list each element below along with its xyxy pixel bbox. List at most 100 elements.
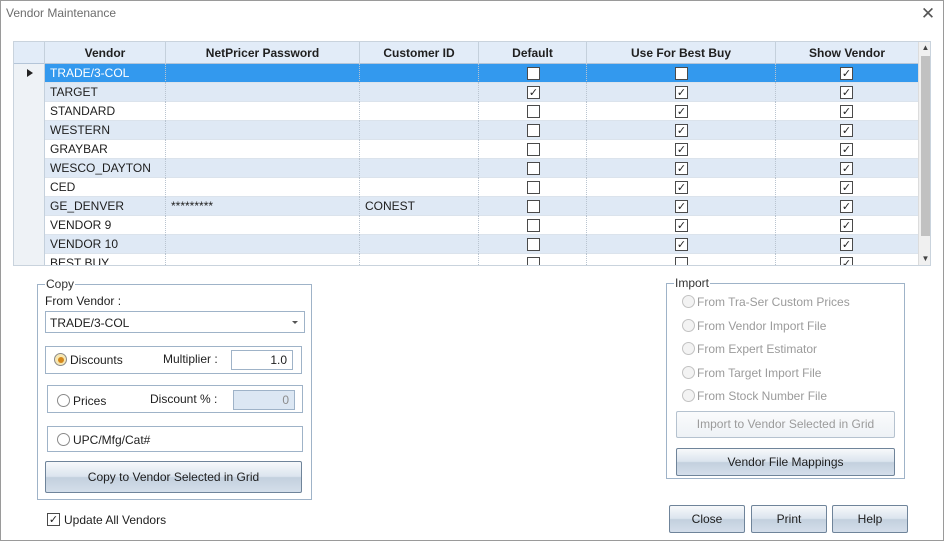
customer-id-cell[interactable] <box>360 64 479 83</box>
vendor-cell[interactable]: WESTERN <box>45 121 166 140</box>
default-checkbox[interactable] <box>527 219 540 232</box>
password-cell[interactable]: ********* <box>166 197 360 216</box>
password-cell[interactable] <box>166 254 360 265</box>
row-header[interactable] <box>14 121 45 140</box>
show-vendor-checkbox[interactable]: ✓ <box>840 67 853 80</box>
row-header[interactable] <box>14 216 45 235</box>
table-row[interactable]: STANDARD ✓ ✓ <box>14 102 918 121</box>
scroll-down-icon[interactable]: ▼ <box>919 253 930 265</box>
default-checkbox[interactable] <box>527 105 540 118</box>
row-header[interactable] <box>14 254 45 265</box>
best-buy-checkbox[interactable]: ✓ <box>675 162 688 175</box>
vendor-cell[interactable]: WESCO_DAYTON <box>45 159 166 178</box>
import-option-radio[interactable] <box>682 318 695 332</box>
vendor-cell[interactable]: GRAYBAR <box>45 140 166 159</box>
best-buy-checkbox[interactable]: ✓ <box>675 200 688 213</box>
row-header[interactable] <box>14 178 45 197</box>
show-vendor-checkbox[interactable]: ✓ <box>840 105 853 118</box>
vendor-cell[interactable]: TARGET <box>45 83 166 102</box>
password-cell[interactable] <box>166 140 360 159</box>
row-header[interactable] <box>14 140 45 159</box>
table-row[interactable]: WESCO_DAYTON ✓ ✓ <box>14 159 918 178</box>
table-row[interactable]: WESTERN ✓ ✓ <box>14 121 918 140</box>
table-row[interactable]: BEST BUY ✓ <box>14 254 918 265</box>
password-cell[interactable] <box>166 83 360 102</box>
close-button[interactable]: Close <box>669 505 745 533</box>
table-row[interactable]: TARGET ✓ ✓ ✓ <box>14 83 918 102</box>
vendor-cell[interactable]: STANDARD <box>45 102 166 121</box>
best-buy-checkbox[interactable]: ✓ <box>675 143 688 156</box>
best-buy-checkbox[interactable]: ✓ <box>675 181 688 194</box>
import-option-radio[interactable] <box>682 342 695 355</box>
row-header[interactable] <box>14 64 45 83</box>
vendor-cell[interactable]: GE_DENVER <box>45 197 166 216</box>
password-cell[interactable] <box>166 64 360 83</box>
table-row[interactable]: VENDOR 9 ✓ ✓ <box>14 216 918 235</box>
customer-id-cell[interactable] <box>360 254 479 265</box>
password-cell[interactable] <box>166 102 360 121</box>
show-vendor-checkbox[interactable]: ✓ <box>840 257 853 265</box>
show-vendor-checkbox[interactable]: ✓ <box>840 162 853 175</box>
show-vendor-checkbox[interactable]: ✓ <box>840 124 853 137</box>
best-buy-checkbox[interactable]: ✓ <box>675 238 688 251</box>
scroll-up-icon[interactable]: ▲ <box>919 42 930 54</box>
show-vendor-checkbox[interactable]: ✓ <box>840 86 853 99</box>
customer-id-cell[interactable] <box>360 216 479 235</box>
default-checkbox[interactable] <box>527 200 540 213</box>
best-buy-checkbox[interactable]: ✓ <box>675 124 688 137</box>
customer-id-cell[interactable]: CONEST <box>360 197 479 216</box>
password-cell[interactable] <box>166 121 360 140</box>
customer-id-cell[interactable] <box>360 140 479 159</box>
upc-radio[interactable] <box>57 433 70 446</box>
close-icon[interactable]: ✕ <box>917 3 939 25</box>
password-cell[interactable] <box>166 178 360 197</box>
import-option-radio[interactable] <box>682 389 695 402</box>
from-vendor-dropdown[interactable]: TRADE/3-COL <box>45 311 305 333</box>
row-header[interactable] <box>14 235 45 254</box>
grid-scrollbar[interactable]: ▲ ▼ <box>918 42 930 265</box>
show-vendor-checkbox[interactable]: ✓ <box>840 219 853 232</box>
column-header-vendor[interactable]: Vendor <box>45 42 166 64</box>
discount-percent-input[interactable]: 0 <box>233 390 295 410</box>
vendor-cell[interactable]: CED <box>45 178 166 197</box>
show-vendor-checkbox[interactable]: ✓ <box>840 200 853 213</box>
row-header[interactable] <box>14 102 45 121</box>
default-checkbox[interactable] <box>527 257 540 265</box>
column-header-best-buy[interactable]: Use For Best Buy <box>587 42 776 64</box>
best-buy-checkbox[interactable]: ✓ <box>675 219 688 232</box>
customer-id-cell[interactable] <box>360 159 479 178</box>
print-button[interactable]: Print <box>751 505 827 533</box>
help-button[interactable]: Help <box>832 505 908 533</box>
password-cell[interactable] <box>166 235 360 254</box>
table-row[interactable]: CED ✓ ✓ <box>14 178 918 197</box>
default-checkbox[interactable] <box>527 124 540 137</box>
customer-id-cell[interactable] <box>360 102 479 121</box>
row-header[interactable] <box>14 159 45 178</box>
vendor-cell[interactable]: VENDOR 9 <box>45 216 166 235</box>
row-header[interactable] <box>14 83 45 102</box>
import-option-radio[interactable] <box>682 365 695 379</box>
table-row[interactable]: VENDOR 10 ✓ ✓ <box>14 235 918 254</box>
default-checkbox[interactable] <box>527 181 540 194</box>
row-header[interactable] <box>14 197 45 216</box>
vendor-cell[interactable]: BEST BUY <box>45 254 166 265</box>
scroll-thumb[interactable] <box>921 56 930 236</box>
default-checkbox[interactable] <box>527 162 540 175</box>
column-header-show-vendor[interactable]: Show Vendor <box>776 42 918 64</box>
vendor-grid[interactable]: Vendor NetPricer Password Customer ID De… <box>13 41 931 266</box>
update-all-vendors-checkbox[interactable]: ✓ <box>47 513 60 526</box>
password-cell[interactable] <box>166 159 360 178</box>
chevron-down-icon[interactable] <box>292 321 298 324</box>
show-vendor-checkbox[interactable]: ✓ <box>840 238 853 251</box>
table-row[interactable]: TRADE/3-COL ✓ <box>14 64 918 83</box>
vendor-cell[interactable]: VENDOR 10 <box>45 235 166 254</box>
default-checkbox[interactable] <box>527 67 540 80</box>
password-cell[interactable] <box>166 216 360 235</box>
import-option-radio[interactable] <box>682 295 695 308</box>
customer-id-cell[interactable] <box>360 83 479 102</box>
table-row[interactable]: GE_DENVER ********* CONEST ✓ ✓ <box>14 197 918 216</box>
best-buy-checkbox[interactable]: ✓ <box>675 105 688 118</box>
vendor-file-mappings-button[interactable]: Vendor File Mappings <box>676 448 895 476</box>
copy-to-vendor-button[interactable]: Copy to Vendor Selected in Grid <box>45 461 302 493</box>
default-checkbox[interactable] <box>527 143 540 156</box>
